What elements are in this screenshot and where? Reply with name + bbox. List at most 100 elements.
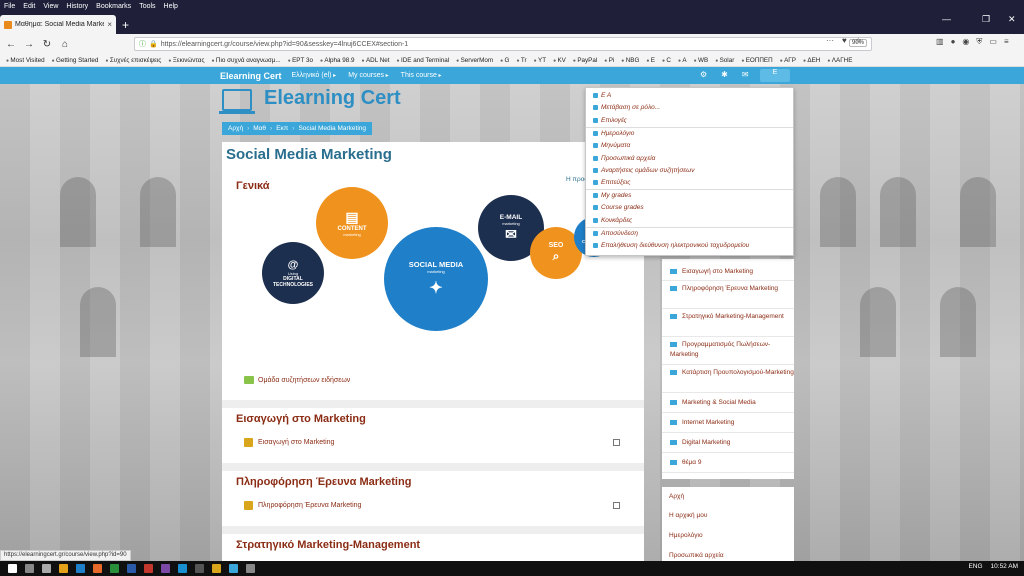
excel-icon[interactable] [110,564,119,573]
dropdown-item-switch-role[interactable]: Μετάβαση σε ρόλο... [593,104,660,111]
section-title[interactable]: Εισαγωγή στο Marketing [236,413,366,425]
menu-view[interactable]: View [43,3,58,10]
messages-icon[interactable]: ✉ [742,70,749,79]
new-tab-icon[interactable]: + [122,18,129,32]
url-bar[interactable]: ⓘ 🔒 https://elearningcert.gr/course/view… [134,37,872,51]
breadcrumb-current[interactable]: Social Media Marketing [298,125,366,132]
dropdown-item-messages[interactable]: Μηνύματα [593,142,630,149]
nav-dashboard-link[interactable]: Η αρχική μου [669,512,707,519]
tab-close-icon[interactable]: × [107,20,112,29]
forward-icon[interactable]: → [22,39,36,50]
app-icon[interactable] [246,564,255,573]
browser-tab[interactable]: Μαθημα: Social Media Marketi × [0,15,116,34]
menu-history[interactable]: History [66,3,88,10]
search-icon[interactable] [25,564,34,573]
shield-icon[interactable]: ⛨ [976,37,982,47]
bookmark-item[interactable]: Tr [516,57,527,64]
site-title[interactable]: Elearning Cert [264,87,401,110]
bookmark-item[interactable]: ADL Net [362,57,390,64]
back-icon[interactable]: ← [4,39,18,50]
sidebar-item[interactable]: Κατάρτιση Προυπολογισμού-Marketing [662,365,794,393]
bookmark-item[interactable]: ServerMom [456,57,494,64]
maximize-icon[interactable]: ❐ [982,14,990,25]
dropdown-item-logout[interactable]: Αποσύνδεση [593,230,638,237]
info-icon[interactable]: ⓘ [139,39,146,49]
user-menu-button[interactable]: E [760,69,790,82]
menu-help[interactable]: Help [164,3,178,10]
bookmark-item[interactable]: WB [694,57,708,64]
section-title[interactable]: Στρατηγικό Marketing-Management [236,539,420,551]
activity-link[interactable]: Πληροφόρηση Έρευνα Marketing [244,501,361,510]
breadcrumb-item[interactable]: Εκπ [276,125,288,132]
reader-icon[interactable]: ◉ [962,37,969,47]
my-courses-menu[interactable]: My courses [348,72,388,79]
explorer-icon[interactable] [59,564,68,573]
star-icon[interactable]: ☆ [855,36,862,45]
library-icon[interactable]: ▥ [936,37,944,47]
sidebar-item[interactable]: Marketing & Social Media [662,393,794,413]
taskview-icon[interactable] [42,564,51,573]
menu-bookmarks[interactable]: Bookmarks [96,3,131,10]
sidebar-item[interactable]: Πληροφόρηση Έρευνα Marketing [662,281,794,309]
app-icon[interactable] [76,564,85,573]
bookmark-item[interactable]: A [678,57,686,64]
bookmark-item[interactable]: NBG [621,57,640,64]
sidebar-icon[interactable]: ▭ [989,37,997,47]
dropdown-item-my-grades[interactable]: My grades [593,192,631,199]
extension-icon[interactable]: ● [951,37,956,47]
dropdown-item-verify-email[interactable]: Επαλήθευση διεύθυνση ηλεκτρονικού ταχυδρ… [593,242,749,249]
bookmark-item[interactable]: KV [553,57,565,64]
start-icon[interactable] [8,564,17,573]
nav-home-link[interactable]: Αρχή [669,493,684,500]
completion-checkbox[interactable] [613,502,620,509]
more-icon[interactable]: ··· [826,36,834,45]
bookmark-item[interactable]: ΑΓΡ [780,57,796,64]
app-icon[interactable] [195,564,204,573]
pocket-icon[interactable]: ♥ [842,36,847,45]
language-menu[interactable]: Ελληνικό (el) [292,72,337,79]
nav-files-link[interactable]: Προσωπικά αρχεία [669,552,724,559]
bookmark-item[interactable]: C [662,57,671,64]
bookmark-item[interactable]: Getting Started [52,57,98,64]
dropdown-item-preferences[interactable]: Επιλογές [593,117,627,124]
dropdown-item-course-grades[interactable]: Course grades [593,204,644,211]
dropdown-item-calendar[interactable]: Ημερολόγιο [593,130,634,137]
close-window-icon[interactable]: ✕ [1008,14,1016,25]
bookmark-item[interactable]: PayPal [573,57,597,64]
settings-cog-icon[interactable]: ⚙ [700,70,707,79]
menu-edit[interactable]: Edit [23,3,35,10]
sidebar-item[interactable]: Internet Marketing [662,413,794,433]
dropdown-item-forum-posts[interactable]: Αναρτήσεις ομάδων συζητήσεων [593,167,694,174]
nav-calendar-link[interactable]: Ημερολόγιο [669,532,703,539]
dropdown-item-private-files[interactable]: Προσωπικά αρχεία [593,155,655,162]
app-icon[interactable] [212,564,221,573]
sidebar-item[interactable]: Digital Marketing [662,433,794,453]
completion-checkbox[interactable] [613,439,620,446]
outlook-icon[interactable] [178,564,187,573]
dropdown-item-profile[interactable]: E A [593,92,611,99]
sidebar-item[interactable]: Στρατηγικό Marketing-Management [662,309,794,337]
sidebar-item[interactable]: Εισαγωγή στο Marketing [662,263,794,281]
notification-icon[interactable]: ✱ [721,70,728,79]
bookmark-item[interactable]: Ξεκινώντας [168,57,205,64]
brand-link[interactable]: Elearning Cert [220,71,282,81]
bookmark-item[interactable]: Pi [604,57,615,64]
tray-clock[interactable]: 10:52 AM [991,563,1018,570]
menu-tools[interactable]: Tools [139,3,155,10]
reload-icon[interactable]: ↻ [40,39,54,50]
sidebar-item[interactable]: Προγραμματισμός Πωλήσεων-Marketing [662,337,794,365]
hamburger-menu-icon[interactable]: ≡ [1004,37,1009,47]
minimize-icon[interactable]: — [942,14,951,24]
dropdown-item-achievements[interactable]: Επιτεύξεις [593,179,630,186]
bookmark-item[interactable]: ΕΟΠΠΕΠ [741,57,773,64]
dropdown-item-badges[interactable]: Κονκάρδες [593,217,632,224]
firefox-icon[interactable] [93,564,102,573]
bookmark-item[interactable]: ΛΑΓΗΕ [827,57,853,64]
onenote-icon[interactable] [161,564,170,573]
bookmark-item[interactable]: Πιο συχνά αναγνωσμ... [211,57,281,64]
bookmark-item[interactable]: IDE and Terminal [397,57,449,64]
word-icon[interactable] [127,564,136,573]
forum-link[interactable]: Ομάδα συζητήσεων ειδήσεων [244,376,350,384]
home-icon[interactable]: ⌂ [58,39,72,50]
bookmark-item[interactable]: G [500,57,510,64]
